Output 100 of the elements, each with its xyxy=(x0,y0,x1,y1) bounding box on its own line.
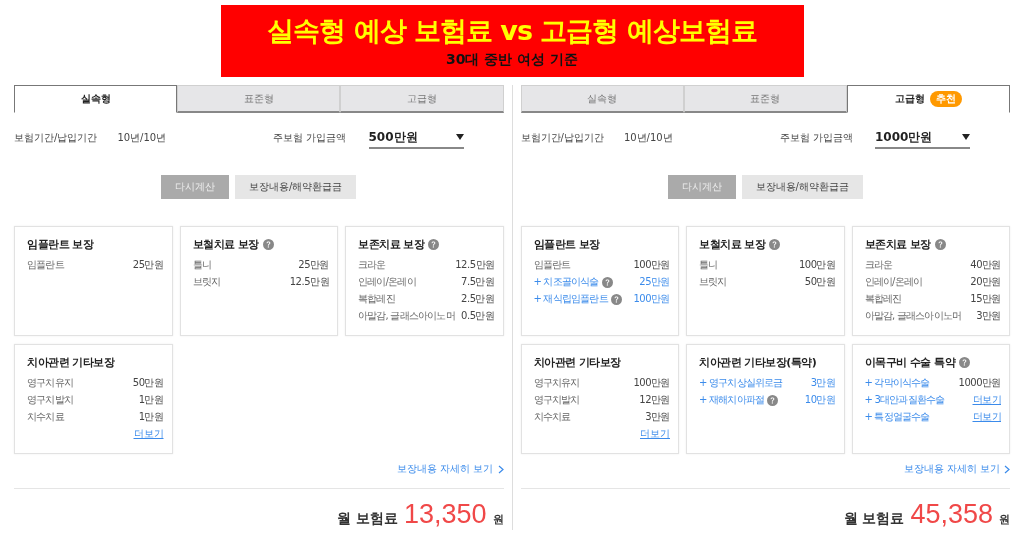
card-title: 보존치료 보장 xyxy=(358,237,425,252)
coverage-amount: 12.5만원 xyxy=(289,275,329,289)
recommend-badge: 추천 xyxy=(929,91,962,107)
coverage-amount: 100만원 xyxy=(633,376,670,390)
help-icon[interactable] xyxy=(601,276,613,288)
card-title: 보철치료 보장 xyxy=(699,237,766,252)
coverage-amount: 25만원 xyxy=(639,275,670,289)
coverage-amount: 2.5만원 xyxy=(461,292,495,306)
coverage-label: 영구치유지 xyxy=(533,376,580,390)
premium-unit: 원 xyxy=(999,512,1010,527)
coverage-amount: 20만원 xyxy=(970,275,1001,289)
coverage-label: 아말감, 글래스아이노머 xyxy=(864,309,962,323)
tab[interactable]: 실속형 xyxy=(14,85,178,113)
chevron-right-icon xyxy=(497,464,504,474)
coverage-amount: 0.5만원 xyxy=(461,309,495,323)
coverage-label: 영구치발치 xyxy=(533,393,580,407)
coverage-label: 영구치유지 xyxy=(27,376,73,390)
card-title: 보철치료 보장 xyxy=(192,237,259,252)
coverage-amount: 40만원 xyxy=(970,258,1001,272)
card-title: 임플란트 보장 xyxy=(27,237,94,252)
coverage-amount: 50만원 xyxy=(132,376,164,390)
card-title: 치아관련 기타보장 xyxy=(533,355,621,370)
amount-label: 주보험 가입금액 xyxy=(779,131,853,145)
banner-subtitle: 30대 중반 여성 기준 xyxy=(445,51,579,69)
recalculate-button[interactable]: 다시계산 xyxy=(161,175,230,199)
premium-amount: 45,358 xyxy=(910,499,993,530)
tab[interactable]: 고급형 xyxy=(340,85,504,113)
more-link[interactable]: 더보기 xyxy=(640,427,670,441)
rider-label: + 영구치상실위로금 xyxy=(699,376,783,390)
coverage-amount: 12.5만원 xyxy=(455,258,495,272)
caret-icon xyxy=(455,134,464,140)
coverage-label: 임플란트 xyxy=(27,258,64,272)
help-icon[interactable] xyxy=(428,239,440,250)
card-title: 치아관련 기타보장 xyxy=(27,355,115,370)
coverage-amount: 1만원 xyxy=(138,393,164,407)
coverage-label: 영구치발치 xyxy=(27,393,73,407)
premium-label: 월 보험료 xyxy=(843,510,905,528)
coverage-label: 크라운 xyxy=(358,258,386,272)
premium-label: 월 보험료 xyxy=(337,510,398,528)
help-icon[interactable] xyxy=(610,293,622,305)
period-value: 10년/10년 xyxy=(623,131,673,145)
help-icon[interactable] xyxy=(767,394,779,406)
card-title: 이목구비 수술 특약 xyxy=(864,355,956,370)
amount-select[interactable]: 1000만원 xyxy=(875,127,970,149)
coverage-amount: 3만원 xyxy=(976,309,1001,323)
card-title: 치아관련 기타보장(특약) xyxy=(699,355,817,370)
tab[interactable]: 표준형 xyxy=(683,85,847,113)
help-icon[interactable] xyxy=(959,357,971,368)
recalculate-button[interactable]: 다시계산 xyxy=(667,175,736,199)
period-label: 보험기간/납입기간 xyxy=(14,131,98,145)
more-link[interactable]: 더보기 xyxy=(972,410,1001,424)
coverage-amount: 25만원 xyxy=(132,258,164,272)
coverage-amount: 15만원 xyxy=(970,292,1001,306)
coverage-amount: 10만원 xyxy=(804,393,836,407)
coverage-amount: 3만원 xyxy=(645,410,670,424)
coverage-refund-button[interactable]: 보장내용/해약환급금 xyxy=(741,175,863,199)
banner-title: 실속형 예상 보험료 vs 고급형 예상보험료 xyxy=(267,14,757,48)
coverage-label: 인레이/온레이 xyxy=(358,275,416,289)
coverage-refund-button[interactable]: 보장내용/해약환급금 xyxy=(235,175,357,199)
help-icon[interactable] xyxy=(769,239,781,250)
coverage-detail-link[interactable]: 보장내용 자세히 보기 xyxy=(903,462,1010,476)
more-link[interactable]: 더보기 xyxy=(133,427,164,441)
help-icon[interactable] xyxy=(934,239,946,250)
coverage-amount: 100만원 xyxy=(798,258,836,272)
amount-label: 주보험 가입금액 xyxy=(273,131,347,145)
premium-unit: 원 xyxy=(492,512,504,527)
coverage-label: 복합레진 xyxy=(864,292,902,306)
amount-select[interactable]: 500만원 xyxy=(368,127,464,149)
coverage-label: 치수치료 xyxy=(533,410,571,424)
coverage-detail-link[interactable]: 보장내용 자세히 보기 xyxy=(397,462,504,476)
coverage-amount: 25만원 xyxy=(298,258,329,272)
rider-label: + 치조골이식술 xyxy=(533,275,599,289)
help-icon[interactable] xyxy=(262,239,274,250)
coverage-label: 틀니 xyxy=(192,258,211,272)
more-link[interactable]: 더보기 xyxy=(972,393,1001,407)
coverage-label: 아말감, 글래스아이노머 xyxy=(358,309,455,323)
chevron-right-icon xyxy=(1004,464,1010,474)
coverage-amount: 100만원 xyxy=(633,292,670,306)
coverage-label: 치수치료 xyxy=(27,410,64,424)
rider-label: + 재식립임플란트 xyxy=(533,292,608,306)
coverage-label: 크라운 xyxy=(864,258,893,272)
coverage-label: 틀니 xyxy=(699,258,718,272)
card-title: 임플란트 보장 xyxy=(533,237,600,252)
rider-label: + 3대안과질환수술 xyxy=(864,393,945,407)
coverage-amount: 50만원 xyxy=(804,275,836,289)
tab[interactable]: 고급형 추천 xyxy=(846,85,1010,113)
coverage-amount: 12만원 xyxy=(639,393,670,407)
period-label: 보험기간/납입기간 xyxy=(520,131,604,145)
card-title: 보존치료 보장 xyxy=(864,237,931,252)
coverage-amount: 1만원 xyxy=(138,410,164,424)
rider-label: + 재해치아파절 xyxy=(699,393,765,407)
rider-label: + 각막이식수술 xyxy=(864,376,930,390)
coverage-amount: 1000만원 xyxy=(958,376,1001,390)
period-value: 10년/10년 xyxy=(117,131,167,145)
coverage-label: 임플란트 xyxy=(533,258,571,272)
tab[interactable]: 표준형 xyxy=(177,85,341,113)
tab[interactable]: 실속형 xyxy=(520,85,684,113)
coverage-label: 브릿지 xyxy=(192,275,221,289)
coverage-label: 복합레진 xyxy=(358,292,395,306)
coverage-label: 브릿지 xyxy=(699,275,727,289)
